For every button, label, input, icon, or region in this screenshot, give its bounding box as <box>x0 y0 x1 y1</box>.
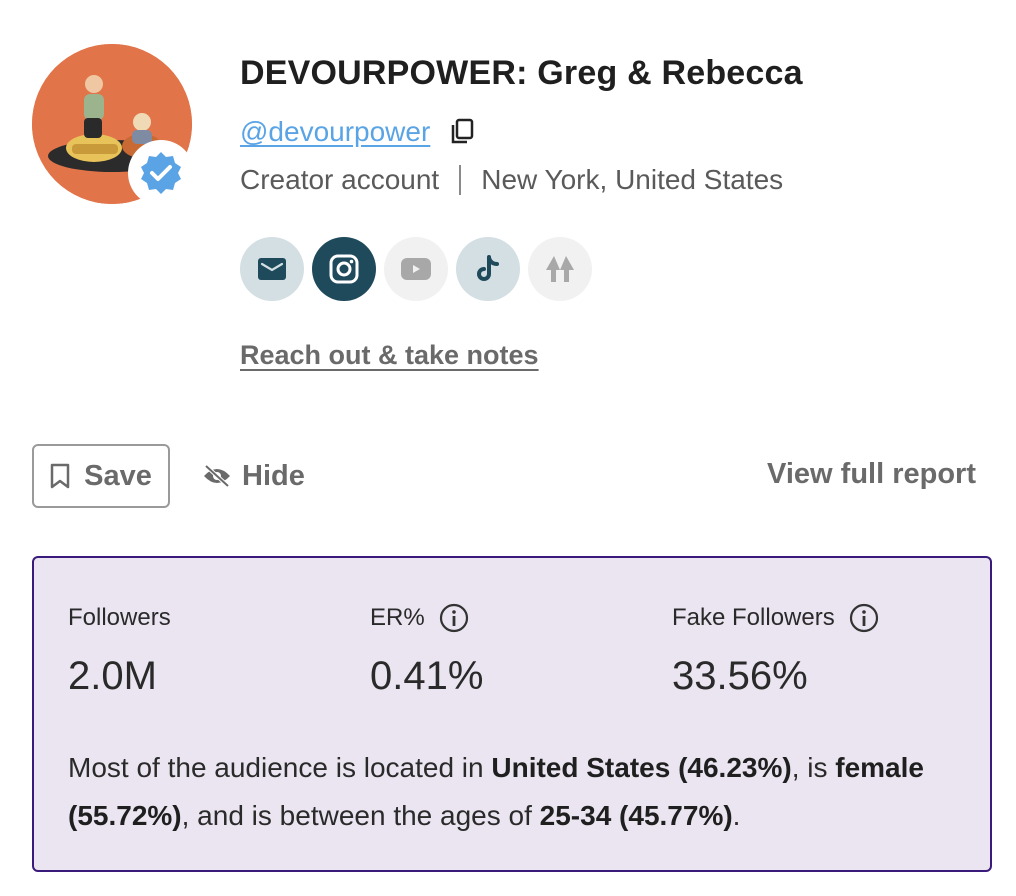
fake-followers-stat: Fake Followers 33.56% <box>672 602 879 699</box>
profile-name: DEVOURPOWER: Greg & Rebecca <box>240 54 803 92</box>
summary-text: , is <box>791 752 836 783</box>
social-youtube-button[interactable] <box>384 237 448 301</box>
instagram-icon <box>329 254 359 284</box>
er-stat: ER% 0.41% <box>370 602 483 699</box>
stats-card: Followers 2.0M ER% 0.41% Fake Followers … <box>32 556 992 872</box>
er-value: 0.41% <box>370 654 484 698</box>
hide-button[interactable]: Hide <box>202 444 305 508</box>
profile-meta: Creator account New York, United States <box>240 164 783 196</box>
fake-followers-value: 33.56% <box>672 654 808 698</box>
eye-off-icon <box>204 464 230 488</box>
verified-badge-icon <box>141 152 181 194</box>
meta-divider <box>459 165 462 195</box>
followers-label-text: Followers <box>68 604 171 631</box>
save-button[interactable]: Save <box>32 444 170 508</box>
youtube-icon <box>401 258 431 280</box>
tiktok-icon <box>477 255 499 281</box>
save-label: Save <box>84 459 152 492</box>
copy-icon[interactable] <box>450 118 476 146</box>
audience-age: 25-34 (45.77%) <box>539 800 733 831</box>
followers-value: 2.0M <box>68 654 157 698</box>
social-links <box>240 237 592 301</box>
info-icon[interactable] <box>849 603 879 633</box>
social-instagram-button[interactable] <box>312 237 376 301</box>
social-linktree-button[interactable] <box>528 237 592 301</box>
profile-handle-link[interactable]: @devourpower <box>240 116 430 148</box>
verified-badge <box>128 140 194 206</box>
view-full-report-link[interactable]: View full report <box>767 458 976 491</box>
summary-text: . <box>732 800 741 831</box>
hide-label: Hide <box>242 459 305 492</box>
profile-location: New York, United States <box>481 164 784 195</box>
handle-row: @devourpower <box>240 116 476 148</box>
bookmark-icon <box>50 463 70 489</box>
followers-stat: Followers 2.0M <box>68 602 171 699</box>
audience-country: United States (46.23%) <box>491 752 792 783</box>
fake-followers-label-text: Fake Followers <box>672 604 835 631</box>
fake-followers-label: Fake Followers <box>672 602 879 634</box>
er-label-text: ER% <box>370 604 425 631</box>
account-type: Creator account <box>240 164 440 195</box>
summary-text: Most of the audience is located in <box>68 752 492 783</box>
email-icon <box>258 258 286 280</box>
followers-label: Followers <box>68 602 171 634</box>
social-tiktok-button[interactable] <box>456 237 520 301</box>
summary-text: , and is between the ages of <box>181 800 540 831</box>
linktree-icon <box>546 256 574 282</box>
audience-summary: Most of the audience is located in Unite… <box>68 744 968 840</box>
er-label: ER% <box>370 602 483 634</box>
social-email-button[interactable] <box>240 237 304 301</box>
info-icon[interactable] <box>439 603 469 633</box>
reach-out-link[interactable]: Reach out & take notes <box>240 340 539 371</box>
